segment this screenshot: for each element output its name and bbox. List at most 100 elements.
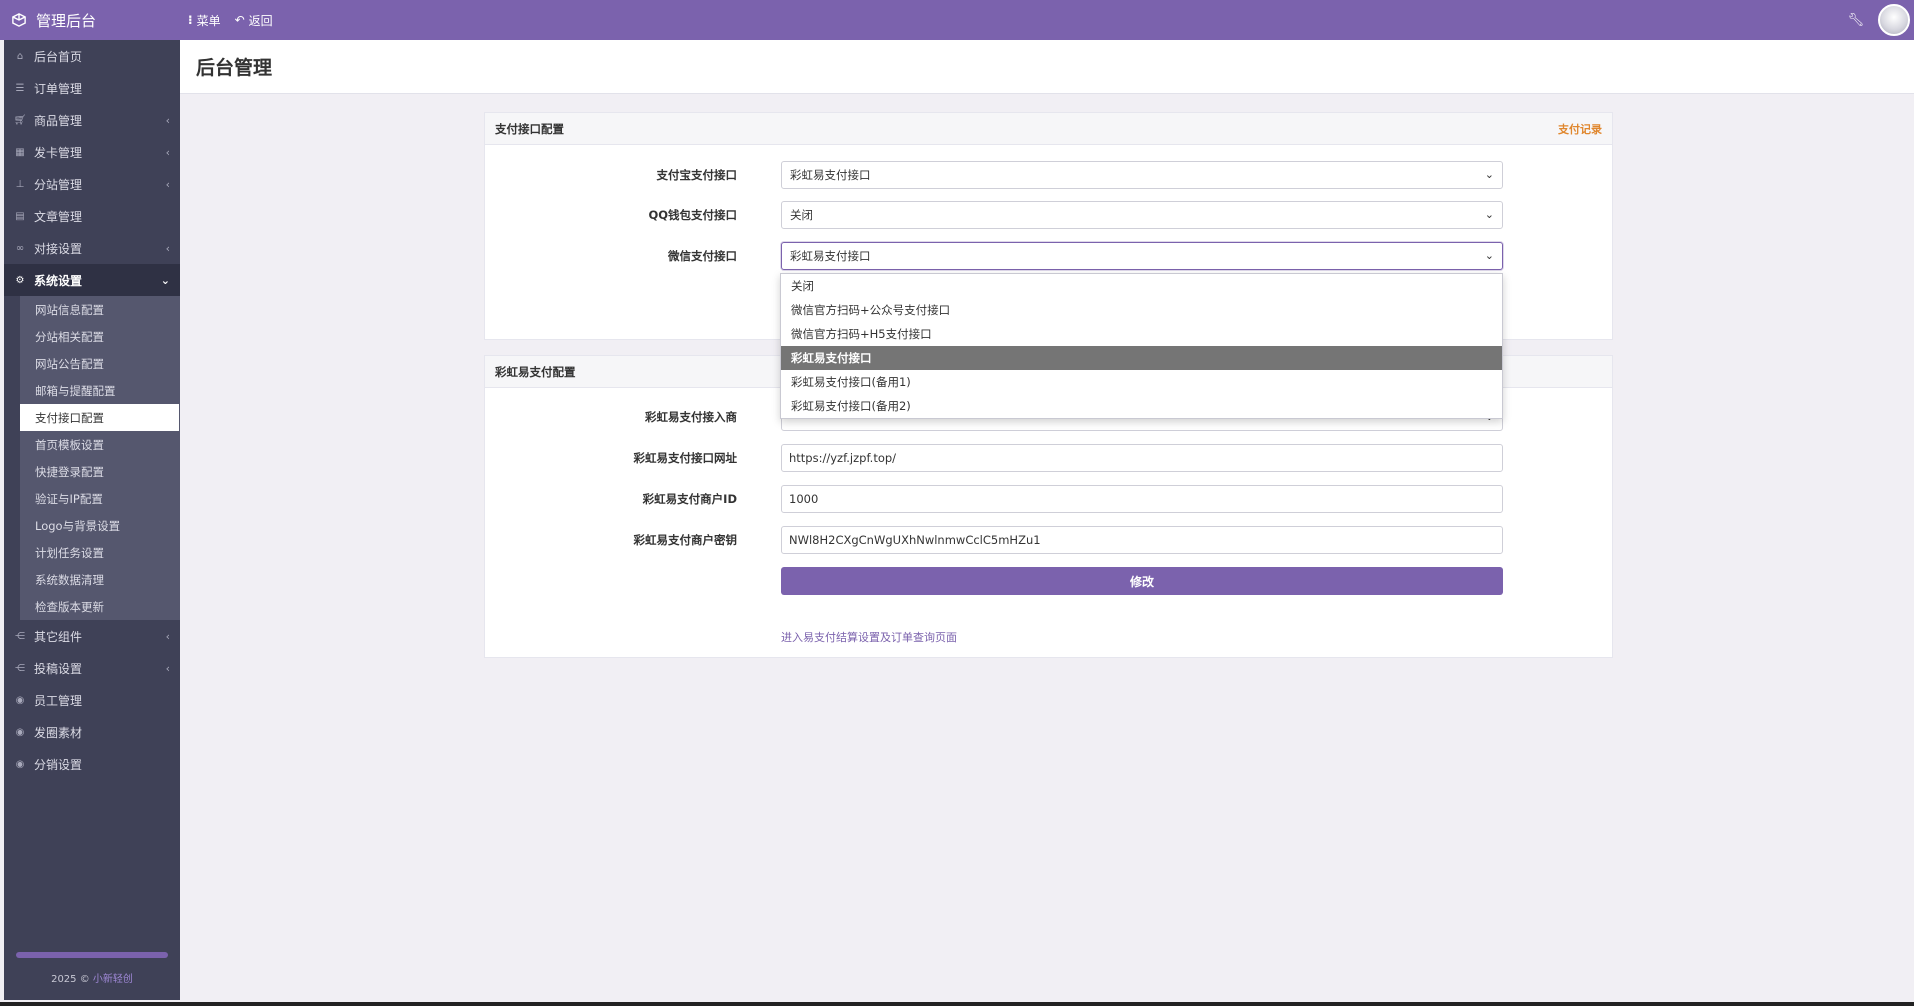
- api-url-value: https://yzf.jzpf.top/: [789, 451, 897, 465]
- brand[interactable]: 管理后台: [0, 10, 180, 31]
- share-icon: ⋲: [15, 662, 25, 674]
- alipay-label: 支付宝支付接口: [656, 168, 738, 182]
- gear-icon: ⚙: [15, 274, 25, 286]
- sidebar-item-top-5[interactable]: ▤ 文章管理: [4, 200, 180, 232]
- sidebar-item-bottom-1[interactable]: ⋲ 投稿设置 ‹: [4, 652, 180, 684]
- sidebar-item-label: 对接设置: [34, 241, 83, 256]
- window-bottom-edge: [0, 1002, 1914, 1006]
- back-button[interactable]: ↶ 返回: [235, 12, 273, 29]
- page-title: 后台管理: [196, 57, 273, 79]
- subnav-item[interactable]: 分站相关配置: [20, 323, 180, 350]
- connect-icon: ∞: [15, 242, 25, 254]
- chevron-down-icon: ⌄: [1484, 168, 1494, 181]
- subnav-item[interactable]: 网站公告配置: [20, 350, 180, 377]
- payment-records-link[interactable]: 支付记录: [1558, 121, 1602, 137]
- sidebar: ⌂ 后台首页 ☰ 订单管理 🛒︎ 商品管理 ‹ ▦ 发卡管理 ‹ ⊥ 分站管理 ‹ ▤ 文章管理 ∞ 对接设置 ‹…: [4, 40, 180, 1000]
- user-circle-icon: ◉: [15, 726, 25, 738]
- subnav-item[interactable]: Logo与背景设置: [20, 512, 180, 539]
- subnav-item[interactable]: 邮箱与提醒配置: [20, 377, 180, 404]
- sidebar-item-label: 系统设置: [34, 273, 83, 288]
- panel-title: 支付接口配置: [495, 121, 564, 136]
- form-row-wxpay: 微信支付接口 彩虹易支付接口 ⌄: [485, 242, 1612, 270]
- subnav-item[interactable]: 验证与IP配置: [20, 485, 180, 512]
- sidebar-item-label: 投稿设置: [34, 661, 83, 676]
- key-label: 彩虹易支付商户密钥: [633, 533, 738, 547]
- sidebar-item-bottom-2[interactable]: ◉ 员工管理: [4, 684, 180, 716]
- subnav-item[interactable]: 快捷登录配置: [20, 458, 180, 485]
- chevron-left-icon: ‹: [165, 241, 170, 255]
- menu-button[interactable]: ⁝ 菜单: [188, 12, 221, 29]
- sidebar-item-bottom-0[interactable]: ⋲ 其它组件 ‹: [4, 620, 180, 652]
- dropdown-option[interactable]: 微信官方扫码+公众号支付接口: [781, 298, 1502, 322]
- submit-button[interactable]: 修改: [781, 567, 1503, 595]
- sidebar-item-bottom-3[interactable]: ◉ 发圈素材: [4, 716, 180, 748]
- dropdown-option[interactable]: 关闭: [781, 274, 1502, 298]
- sidebar-item-label: 员工管理: [34, 693, 83, 708]
- sidebar-item-label: 发卡管理: [34, 145, 83, 160]
- avatar[interactable]: [1878, 4, 1910, 36]
- chevron-down-icon: ⌄: [160, 273, 170, 287]
- sidebar-item-top-3[interactable]: ▦ 发卡管理 ‹: [4, 136, 180, 168]
- form-row-url: 彩虹易支付接口网址 https://yzf.jzpf.top/: [485, 444, 1612, 472]
- back-label: 返回: [248, 13, 273, 28]
- brand-title: 管理后台: [36, 11, 97, 30]
- form-row-merchant: 彩虹易支付商户ID 1000: [485, 485, 1612, 513]
- merchant-label: 彩虹易支付商户ID: [642, 492, 737, 506]
- sidebar-item-label: 分站管理: [34, 177, 83, 192]
- qqpay-select-value: 关闭: [790, 208, 813, 222]
- sidebar-item-top-2[interactable]: 🛒︎ 商品管理 ‹: [4, 104, 180, 136]
- subnav-item[interactable]: 网站信息配置: [20, 296, 180, 323]
- sidebar-item-label: 其它组件: [34, 629, 83, 644]
- sidebar-item-top-0[interactable]: ⌂ 后台首页: [4, 40, 180, 72]
- sidebar-item-label: 文章管理: [34, 209, 83, 224]
- subnav-item[interactable]: 检查版本更新: [20, 593, 180, 620]
- merchant-key-input[interactable]: NWl8H2CXgCnWgUXhNwlnmwCclC5mHZu1: [781, 526, 1503, 554]
- cart-icon: 🛒︎: [13, 114, 27, 126]
- user-circle-icon: ◉: [15, 694, 25, 706]
- merchant-id-input[interactable]: 1000: [781, 485, 1503, 513]
- sidebar-item-top-1[interactable]: ☰ 订单管理: [4, 72, 180, 104]
- sidebar-progress-bar: [16, 952, 168, 958]
- chevron-left-icon: ‹: [165, 113, 170, 127]
- panel-title: 彩虹易支付配置: [495, 364, 576, 379]
- epay-settlement-link[interactable]: 进入易支付结算设置及订单查询页面: [781, 629, 957, 645]
- sidebar-item-system-settings[interactable]: ⚙ 系统设置 ⌄: [4, 264, 180, 296]
- subnav-item[interactable]: 支付接口配置: [20, 404, 179, 431]
- dropdown-option[interactable]: 微信官方扫码+H5支付接口: [781, 322, 1502, 346]
- api-url-input[interactable]: https://yzf.jzpf.top/: [781, 444, 1503, 472]
- home-icon: ⌂: [16, 50, 24, 62]
- book-icon: ▤: [15, 210, 25, 222]
- wxpay-select[interactable]: 彩虹易支付接口 ⌄: [781, 242, 1503, 270]
- subnav-item[interactable]: 计划任务设置: [20, 539, 180, 566]
- merchant-id-value: 1000: [789, 492, 819, 506]
- grid-icon: ▦: [15, 146, 25, 158]
- qqpay-select[interactable]: 关闭 ⌄: [781, 201, 1503, 229]
- wrench-icon[interactable]: 🔧︎: [1847, 13, 1864, 28]
- sidebar-item-label: 发圈素材: [34, 725, 83, 740]
- dropdown-option[interactable]: 彩虹易支付接口: [781, 346, 1502, 370]
- panel-heading: 支付接口配置 支付记录: [485, 113, 1612, 145]
- top-bar: 管理后台 ⁝ 菜单 ↶ 返回 🔧︎: [0, 0, 1914, 40]
- sidebar-item-bottom-4[interactable]: ◉ 分销设置: [4, 748, 180, 780]
- sitemap-icon: ⊥: [15, 178, 25, 190]
- wxpay-select-value: 彩虹易支付接口: [790, 249, 871, 263]
- wxpay-label: 微信支付接口: [668, 249, 737, 263]
- cube-icon: [12, 13, 26, 27]
- chevron-down-icon: ⌄: [1484, 208, 1494, 221]
- qqpay-label: QQ钱包支付接口: [648, 208, 737, 222]
- share-icon: ⋲: [15, 630, 25, 642]
- dropdown-option[interactable]: 彩虹易支付接口(备用2): [781, 394, 1502, 418]
- list-icon: ☰: [15, 82, 25, 94]
- chevron-down-icon: ⌄: [1484, 249, 1494, 262]
- sidebar-item-top-4[interactable]: ⊥ 分站管理 ‹: [4, 168, 180, 200]
- footer-text: 2025 © 小新轻创: [4, 970, 180, 985]
- alipay-select[interactable]: 彩虹易支付接口 ⌄: [781, 161, 1503, 189]
- sidebar-item-label: 后台首页: [34, 49, 83, 64]
- provider-label: 彩虹易支付接入商: [645, 410, 737, 424]
- subnav-item[interactable]: 系统数据清理: [20, 566, 180, 593]
- subnav-item[interactable]: 首页模板设置: [20, 431, 180, 458]
- dropdown-option[interactable]: 彩虹易支付接口(备用1): [781, 370, 1502, 394]
- form-row-qqpay: QQ钱包支付接口 关闭 ⌄: [485, 201, 1612, 229]
- sidebar-item-top-6[interactable]: ∞ 对接设置 ‹: [4, 232, 180, 264]
- footer-link[interactable]: 小新轻创: [93, 974, 133, 985]
